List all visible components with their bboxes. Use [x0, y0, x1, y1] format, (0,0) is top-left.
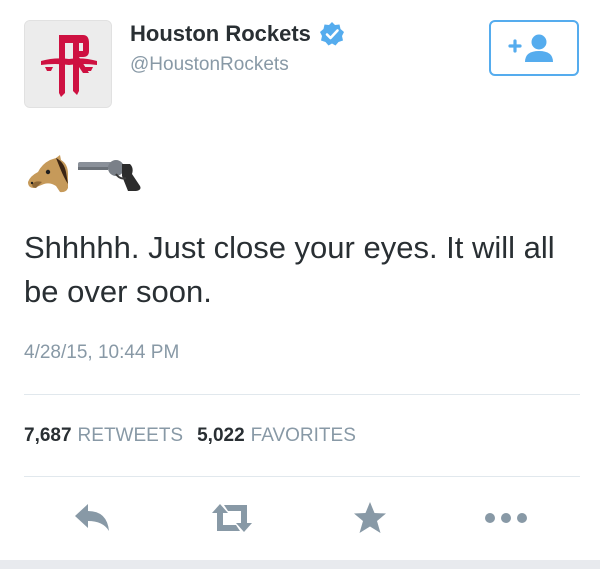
tweet-timestamp[interactable]: 4/28/15, 10:44 PM	[24, 342, 179, 364]
divider	[24, 394, 580, 395]
favorite-star-icon	[354, 502, 386, 533]
follow-add-user-icon	[508, 34, 553, 62]
more-button[interactable]	[476, 494, 536, 542]
tweet-detail: Houston Rockets @HoustonRockets Shhhhh. …	[0, 0, 600, 569]
author-name-row: Houston Rockets	[130, 20, 345, 48]
favorites-stat[interactable]: 5,022 FAVORITES	[197, 425, 356, 447]
tweet-emojis	[26, 150, 141, 196]
retweet-button[interactable]	[202, 494, 262, 542]
handle[interactable]: @HoustonRockets	[130, 52, 289, 78]
tweet-text: Shhhhh. Just close your eyes. It will al…	[24, 230, 555, 309]
tweet-actions	[0, 494, 600, 544]
retweets-label: RETWEETS	[77, 425, 184, 446]
retweets-stat[interactable]: 7,687 RETWEETS	[24, 425, 183, 447]
reply-icon	[75, 504, 109, 531]
favorites-label: FAVORITES	[250, 425, 356, 446]
horse-face-emoji-icon	[28, 155, 68, 193]
more-icon	[485, 513, 527, 523]
pistol-emoji-icon	[78, 160, 141, 191]
retweets-count: 7,687	[24, 425, 72, 446]
avatar[interactable]	[24, 20, 112, 108]
favorite-button[interactable]	[340, 494, 400, 542]
bottom-bar	[0, 560, 600, 569]
tweet-stats: 7,687 RETWEETS 5,022 FAVORITES	[24, 425, 356, 447]
display-name[interactable]: Houston Rockets	[130, 20, 311, 48]
reply-button[interactable]	[62, 494, 122, 542]
follow-button[interactable]	[489, 20, 579, 76]
verified-badge-icon	[319, 22, 344, 46]
houston-rockets-logo-icon	[25, 21, 111, 107]
retweet-icon	[212, 504, 252, 532]
divider	[24, 476, 580, 477]
favorites-count: 5,022	[197, 425, 245, 446]
